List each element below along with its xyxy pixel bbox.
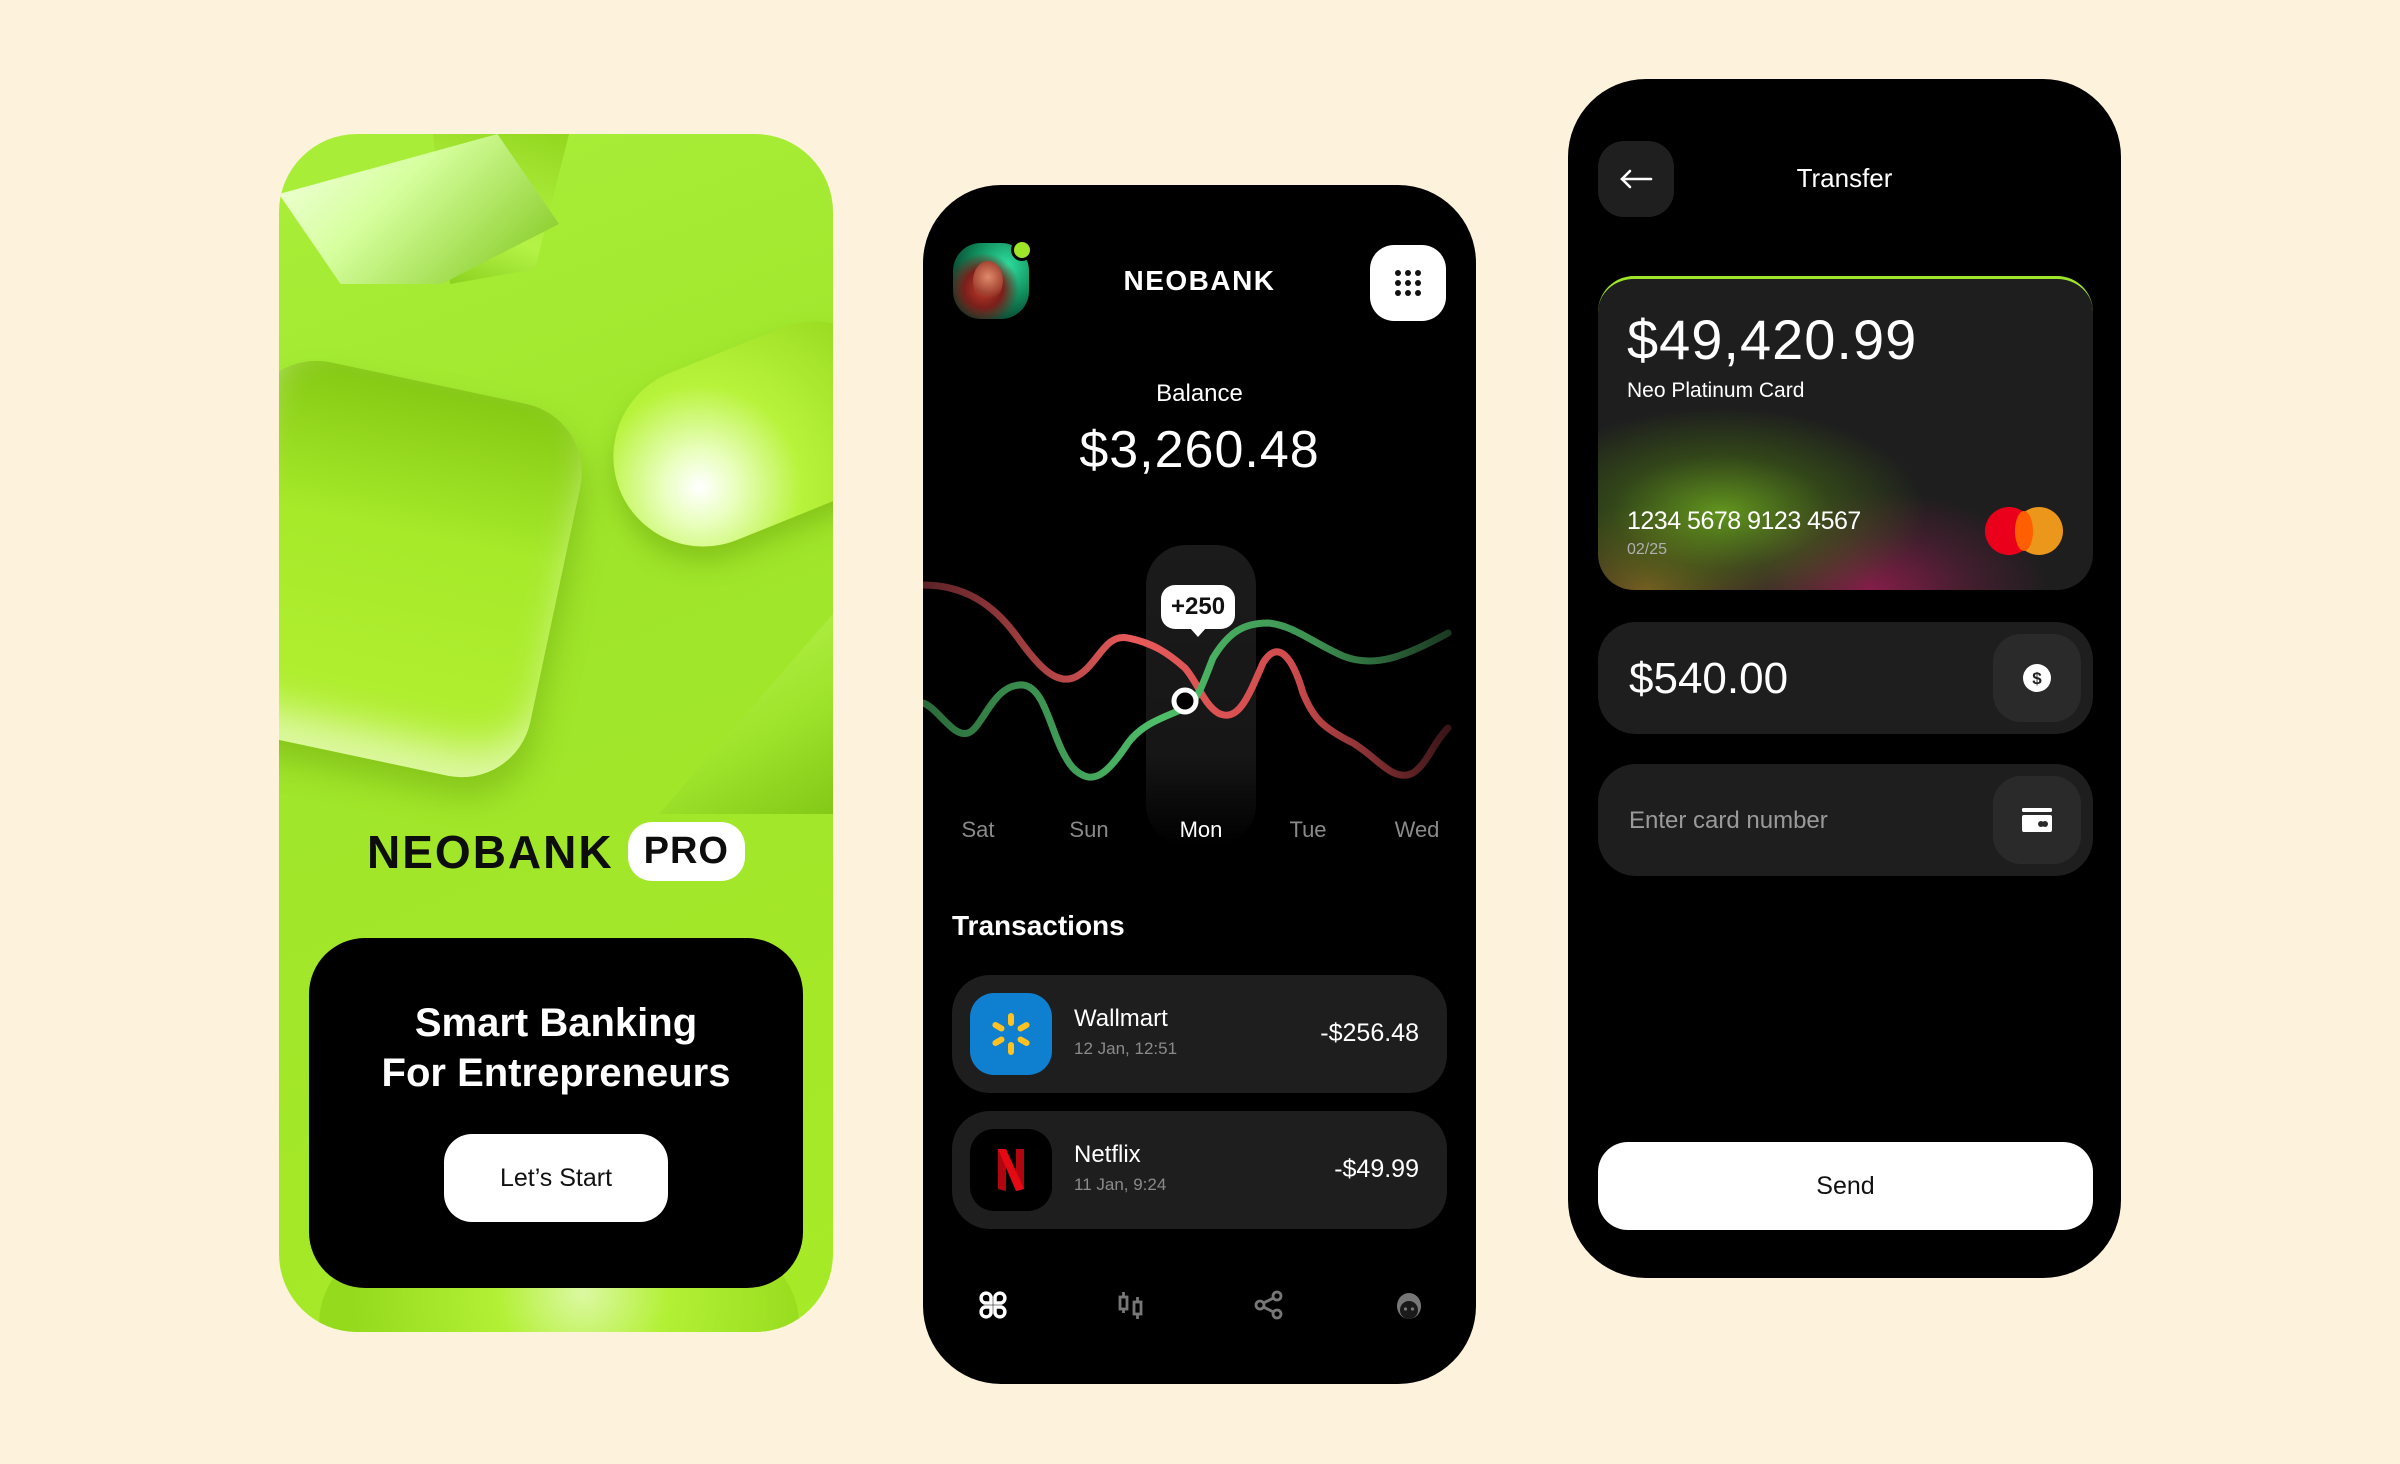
card-number-input[interactable]: [1627, 764, 1991, 878]
transaction-date: 12 Jan, 12:51: [1074, 1039, 1178, 1058]
transaction-row[interactable]: Netflix 11 Jan, 9:24 -$49.99: [952, 1111, 1447, 1229]
nav-share[interactable]: [1239, 1275, 1299, 1335]
transaction-row[interactable]: Wallmart 12 Jan, 12:51 -$256.48: [952, 975, 1447, 1093]
decorative-3d-triangle: [659, 584, 833, 814]
day-label-wed[interactable]: Wed: [1395, 817, 1440, 843]
balance-label: Balance: [1156, 380, 1243, 407]
bank-card[interactable]: $49,420.99 Neo Platinum Card 1234 5678 9…: [1598, 276, 2093, 590]
card-number-field[interactable]: [1598, 764, 2093, 878]
dollar-coin-icon: $: [2023, 664, 2051, 692]
decorative-3d-pill: [586, 294, 833, 574]
onboarding-screen: NEOBANK PRO Smart Banking For Entreprene…: [279, 134, 833, 1332]
day-label-tue[interactable]: Tue: [1289, 817, 1326, 843]
netflix-n-icon: [970, 1129, 1052, 1211]
balance-value: $3,260.48: [1079, 421, 1320, 479]
dashboard-icon: [979, 1291, 1007, 1319]
card-number: 1234 5678 9123 4567: [1627, 507, 1861, 535]
transactions-heading: Transactions: [952, 910, 1125, 941]
headline-line-1: Smart Banking: [414, 1001, 698, 1045]
chart-day-labels: Sat Sun Mon Tue Wed: [923, 817, 1476, 847]
card-balance: $49,420.99: [1627, 308, 1918, 371]
lets-start-button[interactable]: Let’s Start: [444, 1134, 668, 1222]
amount-input[interactable]: [1627, 622, 1991, 736]
card-select-button[interactable]: [1993, 776, 2081, 864]
hero-headline: Smart Banking For Entrepreneurs: [382, 998, 731, 1098]
brand-name: NEOBANK: [367, 825, 614, 878]
transaction-merchant: Netflix: [1074, 1141, 1141, 1168]
svg-text:$: $: [2032, 669, 2042, 688]
nav-markets[interactable]: [1101, 1275, 1161, 1335]
nav-profile[interactable]: [1379, 1275, 1439, 1335]
grid-dots-icon: [1395, 270, 1421, 296]
chart-tooltip: +250: [1161, 585, 1236, 637]
menu-button[interactable]: [1370, 245, 1446, 321]
card-name: Neo Platinum Card: [1627, 379, 1805, 402]
share-icon: [1254, 1290, 1283, 1320]
send-button[interactable]: Send: [1598, 1142, 2093, 1230]
brand-logo: NEOBANK PRO: [279, 822, 833, 881]
selected-point: [1171, 687, 1199, 715]
dashboard-screen: NEOBANK Balance $3,260.48 +250 Sat Sun M…: [923, 185, 1476, 1384]
transaction-amount: -$256.48: [1320, 1019, 1419, 1047]
mastercard-logo-icon: [1985, 507, 2065, 555]
day-label-sat[interactable]: Sat: [961, 817, 994, 843]
card-expiry: 02/25: [1627, 541, 1668, 558]
candlestick-chart-icon: [1118, 1292, 1143, 1319]
hero-card: Smart Banking For Entrepreneurs Let’s St…: [309, 938, 803, 1288]
screen-title: Transfer: [1796, 163, 1893, 193]
pro-badge: PRO: [627, 822, 745, 881]
amount-field[interactable]: $: [1598, 622, 2093, 736]
headline-line-2: For Entrepreneurs: [381, 1051, 731, 1095]
transfer-screen: Transfer $49,420.99 Neo Platinum Card 12…: [1568, 79, 2121, 1278]
day-label-mon[interactable]: Mon: [1180, 817, 1223, 843]
day-label-sun[interactable]: Sun: [1069, 817, 1108, 843]
transaction-date: 11 Jan, 9:24: [1074, 1175, 1167, 1194]
credit-card-icon: [2022, 808, 2052, 832]
transaction-amount: -$49.99: [1334, 1155, 1419, 1183]
bottom-navigation: [923, 1275, 1476, 1335]
currency-button[interactable]: $: [1993, 634, 2081, 722]
online-status-dot: [1011, 239, 1033, 261]
decorative-3d-rounded-square: [279, 347, 595, 791]
profile-icon: [1397, 1293, 1421, 1319]
transaction-merchant: Wallmart: [1074, 1005, 1168, 1032]
walmart-spark-icon: [970, 993, 1052, 1075]
nav-dashboard[interactable]: [963, 1275, 1023, 1335]
